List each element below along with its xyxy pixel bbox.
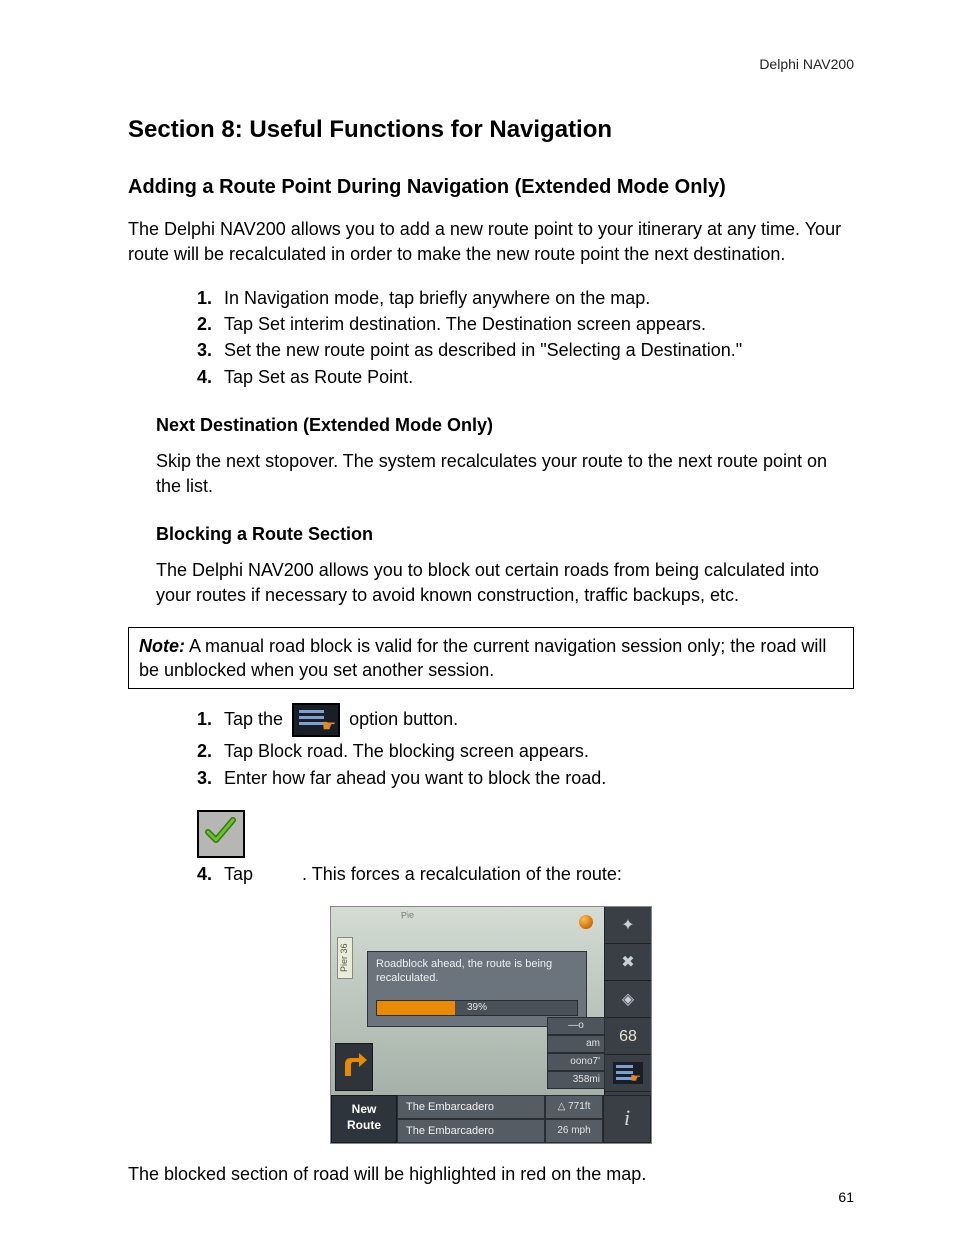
street-rows: The Embarcadero The Embarcadero	[397, 1095, 545, 1143]
progress-percent: 39%	[377, 1001, 577, 1015]
running-head: Delphi NAV200	[128, 55, 854, 74]
info-column: —o am oono7' 358mi	[547, 1017, 605, 1095]
step-b-1-pre: Tap the	[224, 709, 288, 729]
steps-list-a: 1. In Navigation mode, tap briefly anywh…	[128, 286, 854, 389]
gps-dot-icon	[579, 915, 593, 929]
zoom-icon[interactable]: ◈	[605, 981, 651, 1018]
dialog-message: Roadblock ahead, the route is being reca…	[376, 958, 578, 986]
step-a-1: In Navigation mode, tap briefly anywhere…	[224, 288, 650, 308]
street-1: The Embarcadero	[397, 1095, 545, 1119]
info-speed: 26 mph	[545, 1119, 603, 1143]
new-route-line1: New	[352, 1102, 377, 1116]
note-label: Note:	[139, 636, 185, 656]
subsection-title: Adding a Route Point During Navigation (…	[128, 174, 854, 201]
progress-bar: 39%	[376, 1000, 578, 1016]
intro-paragraph: The Delphi NAV200 allows you to add a ne…	[128, 217, 854, 266]
page-number: 61	[838, 1188, 854, 1207]
step-a-2: Tap Set interim destination. The Destina…	[224, 314, 706, 334]
recalc-dialog: Roadblock ahead, the route is being reca…	[367, 951, 587, 1027]
top-street-label: Pie	[400, 909, 414, 922]
info-elev: △ 771ft	[545, 1095, 603, 1119]
layers-icon[interactable]: ✖	[605, 944, 651, 981]
step-b-4-pre: Tap	[224, 864, 258, 884]
next-dest-heading: Next Destination (Extended Mode Only)	[156, 413, 854, 437]
note-box: Note: A manual road block is valid for t…	[128, 627, 854, 690]
step-b-2: Tap Block road. The blocking screen appe…	[224, 741, 589, 761]
speed-limit-badge: 68	[605, 1018, 651, 1055]
note-text: A manual road block is valid for the cur…	[139, 636, 826, 680]
options-icon[interactable]: ☛	[605, 1055, 651, 1092]
info-odo: oono7'	[547, 1053, 605, 1071]
blocking-body: The Delphi NAV200 allows you to block ou…	[156, 558, 854, 607]
device-sidebar: ✦ ✖ ◈ 68 ☛	[604, 907, 651, 1095]
info-am: am	[547, 1035, 605, 1053]
step-b-3: Enter how far ahead you want to block th…	[224, 768, 606, 788]
steps-list-b: 1. Tap the ☛ option button. 2. Tap Block…	[128, 703, 854, 790]
info-clock-icon: —o	[547, 1017, 605, 1035]
turn-arrow-panel	[335, 1043, 373, 1091]
section-title: Section 8: Useful Functions for Navigati…	[128, 114, 854, 146]
pier-label: Pier 36	[337, 937, 353, 979]
step-b-1-post: option button.	[349, 709, 458, 729]
info-button[interactable]: i	[603, 1095, 651, 1143]
new-route-line2: Route	[347, 1118, 381, 1132]
info-distance: 358mi	[547, 1071, 605, 1089]
street-2: The Embarcadero	[397, 1119, 545, 1143]
options-menu-icon: ☛	[292, 703, 340, 737]
step-a-4: Tap Set as Route Point.	[224, 367, 413, 387]
right-info-col: △ 771ft 26 mph	[545, 1095, 603, 1143]
step-b-4-post: . This forces a recalculation of the rou…	[302, 864, 622, 884]
device-bottom-bar: New Route The Embarcadero The Embarcader…	[331, 1095, 651, 1143]
compass-icon[interactable]: ✦	[605, 907, 651, 944]
next-dest-body: Skip the next stopover. The system recal…	[156, 449, 854, 498]
blocking-heading: Blocking a Route Section	[156, 522, 854, 546]
device-screenshot: Pier 36 Pie Roadblock ahead, the route i…	[330, 906, 652, 1144]
confirm-check-icon	[197, 810, 245, 858]
after-device-text: The blocked section of road will be high…	[128, 1162, 854, 1186]
new-route-button[interactable]: New Route	[331, 1095, 397, 1143]
step-a-3: Set the new route point as described in …	[224, 340, 742, 360]
